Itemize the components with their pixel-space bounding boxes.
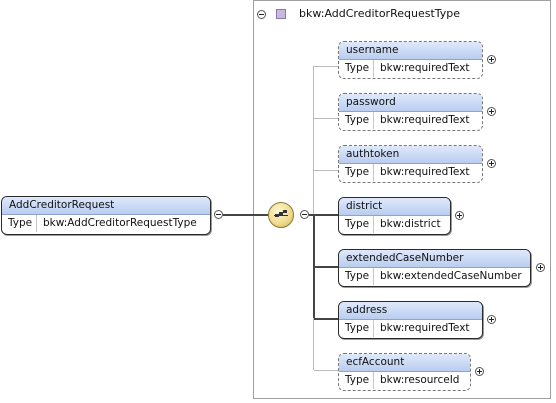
type-key: Type	[339, 268, 374, 285]
branch-authtoken	[314, 170, 338, 171]
expand-password-button[interactable]	[487, 107, 496, 116]
root-collapse-button[interactable]	[214, 210, 223, 219]
element-type-row: Type bkw:requiredText	[339, 60, 482, 77]
element-ecfAccount[interactable]: ecfAccount Type bkw:resourceId	[338, 353, 471, 391]
type-value: bkw:requiredText	[380, 62, 470, 74]
expand-ecfAccount-button[interactable]	[475, 367, 484, 376]
element-name: address	[339, 302, 482, 320]
element-district[interactable]: district Type bkw:district	[338, 197, 451, 235]
element-name: district	[339, 198, 450, 216]
element-type-row: Type bkw:district	[339, 216, 450, 233]
branch-username	[314, 66, 338, 67]
element-type-row: Type bkw:requiredText	[339, 320, 482, 337]
type-key: Type	[339, 164, 374, 181]
element-name: extendedCaseNumber	[339, 250, 530, 268]
element-password[interactable]: password Type bkw:requiredText	[338, 93, 483, 131]
expand-authtoken-button[interactable]	[487, 159, 496, 168]
root-element-type-row: Type bkw:AddCreditorRequestType	[2, 215, 210, 232]
element-type-row: Type bkw:resourceId	[339, 372, 470, 389]
type-value: bkw:requiredText	[380, 114, 470, 126]
root-connector	[223, 214, 268, 216]
element-type-row: Type bkw:requiredText	[339, 112, 482, 129]
branch-ecfAccount	[314, 370, 338, 371]
type-value: bkw:district	[380, 218, 441, 230]
type-key: Type	[2, 215, 37, 232]
branch-district	[314, 214, 338, 216]
root-element-name: AddCreditorRequest	[2, 197, 210, 215]
branch-password	[314, 118, 338, 119]
type-key: Type	[339, 372, 374, 389]
expand-district-button[interactable]	[455, 211, 464, 220]
type-key: Type	[339, 112, 374, 129]
element-address[interactable]: address Type bkw:requiredText	[338, 301, 483, 339]
expand-extendedCaseNumber-button[interactable]	[536, 263, 545, 272]
type-value: bkw:requiredText	[380, 166, 470, 178]
branch-extendedCaseNumber	[314, 266, 338, 268]
branch-address	[314, 318, 338, 320]
complex-type-collapse-button[interactable]	[257, 10, 266, 19]
element-name: password	[339, 94, 482, 112]
expand-username-button[interactable]	[487, 55, 496, 64]
type-value: bkw:AddCreditorRequestType	[43, 217, 197, 229]
type-value: bkw:requiredText	[380, 322, 470, 334]
element-extendedCaseNumber[interactable]: extendedCaseNumber Type bkw:extendedCaseN…	[338, 249, 531, 287]
element-type-row: Type bkw:requiredText	[339, 164, 482, 181]
type-value: bkw:extendedCaseNumber	[380, 270, 522, 282]
sequence-collapse-button[interactable]	[300, 210, 309, 219]
element-type-row: Type bkw:extendedCaseNumber	[339, 268, 530, 285]
complex-type-title: bkw:AddCreditorRequestType	[299, 7, 461, 20]
type-value: bkw:resourceId	[380, 374, 460, 386]
expand-address-button[interactable]	[487, 315, 496, 324]
element-name: authtoken	[339, 146, 482, 164]
type-key: Type	[339, 60, 374, 77]
sequence-compositor-icon	[268, 202, 294, 228]
element-username[interactable]: username Type bkw:requiredText	[338, 41, 483, 79]
complex-type-icon	[276, 9, 286, 19]
type-key: Type	[339, 216, 374, 233]
element-name: username	[339, 42, 482, 60]
element-authtoken[interactable]: authtoken Type bkw:requiredText	[338, 145, 483, 183]
root-element-node[interactable]: AddCreditorRequest Type bkw:AddCreditorR…	[1, 196, 211, 235]
element-name: ecfAccount	[339, 354, 470, 372]
type-key: Type	[339, 320, 374, 337]
